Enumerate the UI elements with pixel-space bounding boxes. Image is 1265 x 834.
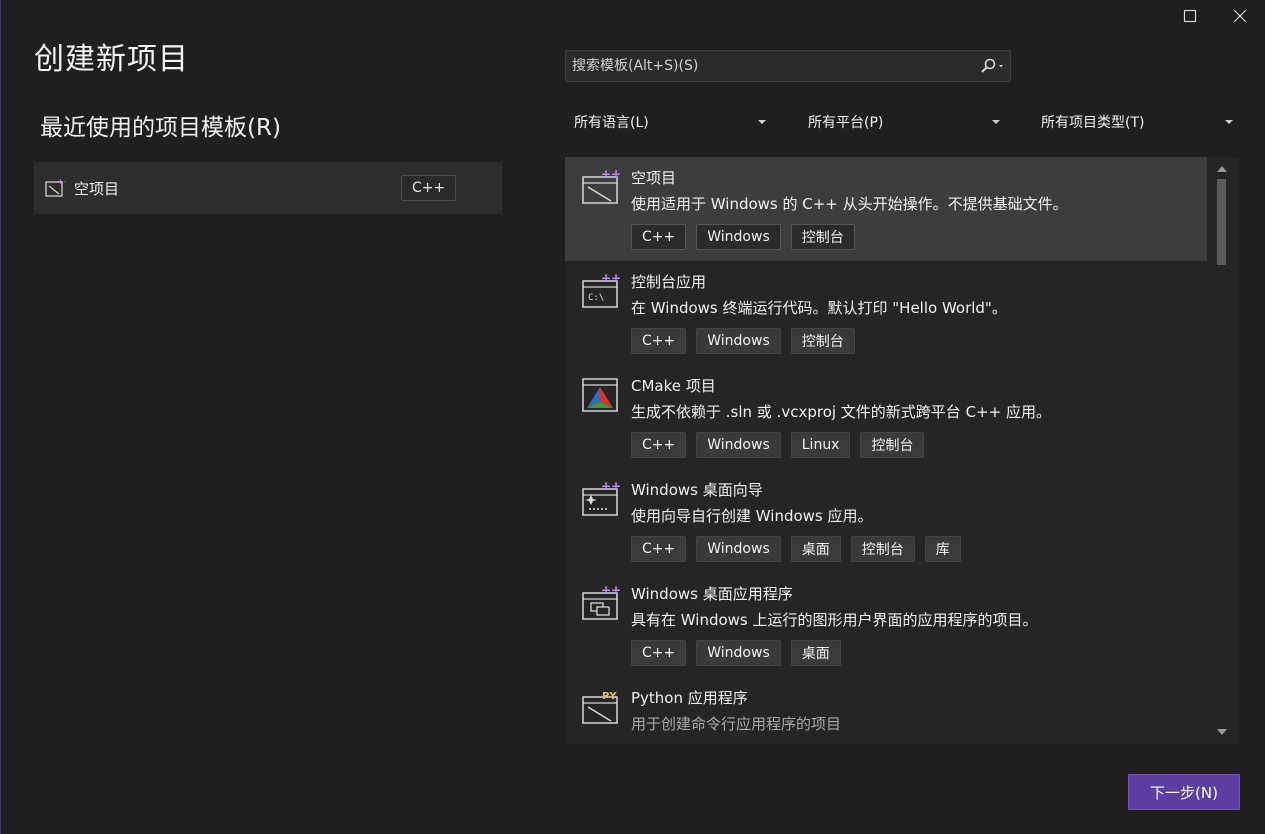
template-name: Windows 桌面应用程序 [631, 585, 793, 603]
empty-project-icon: ++ [582, 169, 621, 204]
chevron-down-icon [758, 120, 766, 124]
svg-text:++: ++ [601, 273, 621, 285]
console-app-icon: C:\ ++ [582, 273, 621, 308]
platform-filter-label: 所有平台(P) [808, 115, 884, 131]
template-list-scrollbar[interactable] [1207, 157, 1239, 744]
python-app-icon: PY [582, 691, 618, 724]
tag: 桌面 [790, 536, 841, 562]
close-button[interactable] [1215, 0, 1265, 32]
tag: 控制台 [850, 536, 915, 562]
tag: 控制台 [860, 432, 925, 458]
scrollbar-thumb[interactable] [1217, 179, 1226, 265]
template-item-empty-project[interactable]: ++ 空项目 使用适用于 Windows 的 C++ 从头开始操作。不提供基础文… [565, 157, 1207, 261]
tag: Windows [696, 536, 781, 562]
tag: Windows [696, 640, 781, 666]
template-description: 用于创建命令行应用程序的项目 [631, 715, 842, 733]
page-title: 创建新项目 [34, 42, 189, 77]
search-icon [981, 58, 1003, 73]
tag: Windows [696, 432, 781, 458]
language-filter-label: 所有语言(L) [574, 115, 649, 131]
svg-text:++: ++ [601, 585, 621, 597]
template-name: Python 应用程序 [631, 689, 748, 707]
template-tags: C++ Windows Linux 控制台 [631, 432, 925, 458]
chevron-down-icon [992, 120, 1000, 124]
desktop-wizard-icon: ++ [582, 481, 621, 516]
tag: 库 [924, 536, 961, 562]
template-description: 在 Windows 终端运行代码。默认打印 "Hello World"。 [631, 299, 1007, 317]
template-tags: C++ Windows 控制台 [631, 328, 855, 354]
tag: C++ [631, 536, 687, 562]
tag: 桌面 [790, 640, 841, 666]
maximize-button[interactable] [1165, 0, 1215, 32]
chevron-down-icon [1225, 120, 1233, 124]
tag: Windows [696, 328, 781, 354]
template-description: 使用适用于 Windows 的 C++ 从头开始操作。不提供基础文件。 [631, 195, 1068, 213]
empty-project-icon: ++ [45, 177, 66, 197]
search-box [565, 50, 1011, 82]
scroll-up-arrow-icon[interactable] [1217, 166, 1227, 172]
template-tags: C++ Windows 桌面 [631, 640, 841, 666]
tag: 控制台 [790, 328, 855, 354]
svg-text:++: ++ [601, 481, 621, 493]
language-filter-dropdown[interactable]: 所有语言(L) [574, 108, 768, 136]
project-type-filter-dropdown[interactable]: 所有项目类型(T) [1041, 108, 1235, 136]
svg-text:++: ++ [57, 177, 66, 186]
recent-template-item[interactable]: ++ 空项目 C++ [34, 162, 502, 214]
template-list: ++ 空项目 使用适用于 Windows 的 C++ 从头开始操作。不提供基础文… [565, 157, 1239, 744]
svg-text:PY: PY [602, 691, 617, 702]
template-item-console-app[interactable]: C:\ ++ 控制台应用 在 Windows 终端运行代码。默认打印 "Hell… [565, 261, 1207, 365]
tag: C++ [631, 224, 687, 250]
template-name: 控制台应用 [631, 273, 707, 291]
template-description: 生成不依赖于 .sln 或 .vcxproj 文件的新式跨平台 C++ 应用。 [631, 403, 1051, 421]
template-description: 使用向导自行创建 Windows 应用。 [631, 507, 873, 525]
scroll-down-arrow-icon[interactable] [1217, 729, 1227, 735]
tag: Windows [696, 224, 781, 250]
recent-templates-heading: 最近使用的项目模板(R) [40, 115, 281, 141]
template-tags: C++ Windows 控制台 [631, 224, 855, 250]
template-description: 具有在 Windows 上运行的图形用户界面的应用程序的项目。 [631, 611, 1038, 629]
project-type-filter-label: 所有项目类型(T) [1041, 115, 1145, 131]
platform-filter-dropdown[interactable]: 所有平台(P) [808, 108, 1002, 136]
next-button[interactable]: 下一步(N) [1128, 774, 1240, 810]
svg-text:C:\: C:\ [588, 293, 604, 303]
template-name: CMake 项目 [631, 377, 716, 395]
template-item-desktop-app[interactable]: ++ Windows 桌面应用程序 具有在 Windows 上运行的图形用户界面… [565, 573, 1207, 677]
close-icon [1233, 9, 1247, 23]
search-input[interactable] [566, 51, 974, 81]
search-button[interactable] [974, 51, 1010, 81]
template-tags: C++ Windows 桌面 控制台 库 [631, 536, 961, 562]
template-name: Windows 桌面向导 [631, 481, 763, 499]
recent-item-label: 空项目 [74, 179, 120, 198]
template-item-python-app[interactable]: PY Python 应用程序 用于创建命令行应用程序的项目 [565, 677, 1207, 744]
tag: C++ [631, 432, 687, 458]
window-controls [1165, 0, 1265, 32]
tag: C++ [631, 328, 687, 354]
tag: 控制台 [790, 224, 855, 250]
template-name: 空项目 [631, 169, 677, 187]
recent-item-tag: C++ [401, 175, 457, 201]
tag: C++ [631, 640, 687, 666]
template-item-cmake-project[interactable]: CMake 项目 生成不依赖于 .sln 或 .vcxproj 文件的新式跨平台… [565, 365, 1207, 469]
cmake-icon [582, 378, 618, 412]
svg-text:++: ++ [601, 169, 621, 181]
desktop-app-icon: ++ [582, 585, 621, 620]
tag: Linux [790, 432, 851, 458]
template-item-desktop-wizard[interactable]: ++ Windows 桌面向导 使用向导自行创建 Windows 应用。 C++… [565, 469, 1207, 573]
maximize-icon [1183, 9, 1197, 23]
